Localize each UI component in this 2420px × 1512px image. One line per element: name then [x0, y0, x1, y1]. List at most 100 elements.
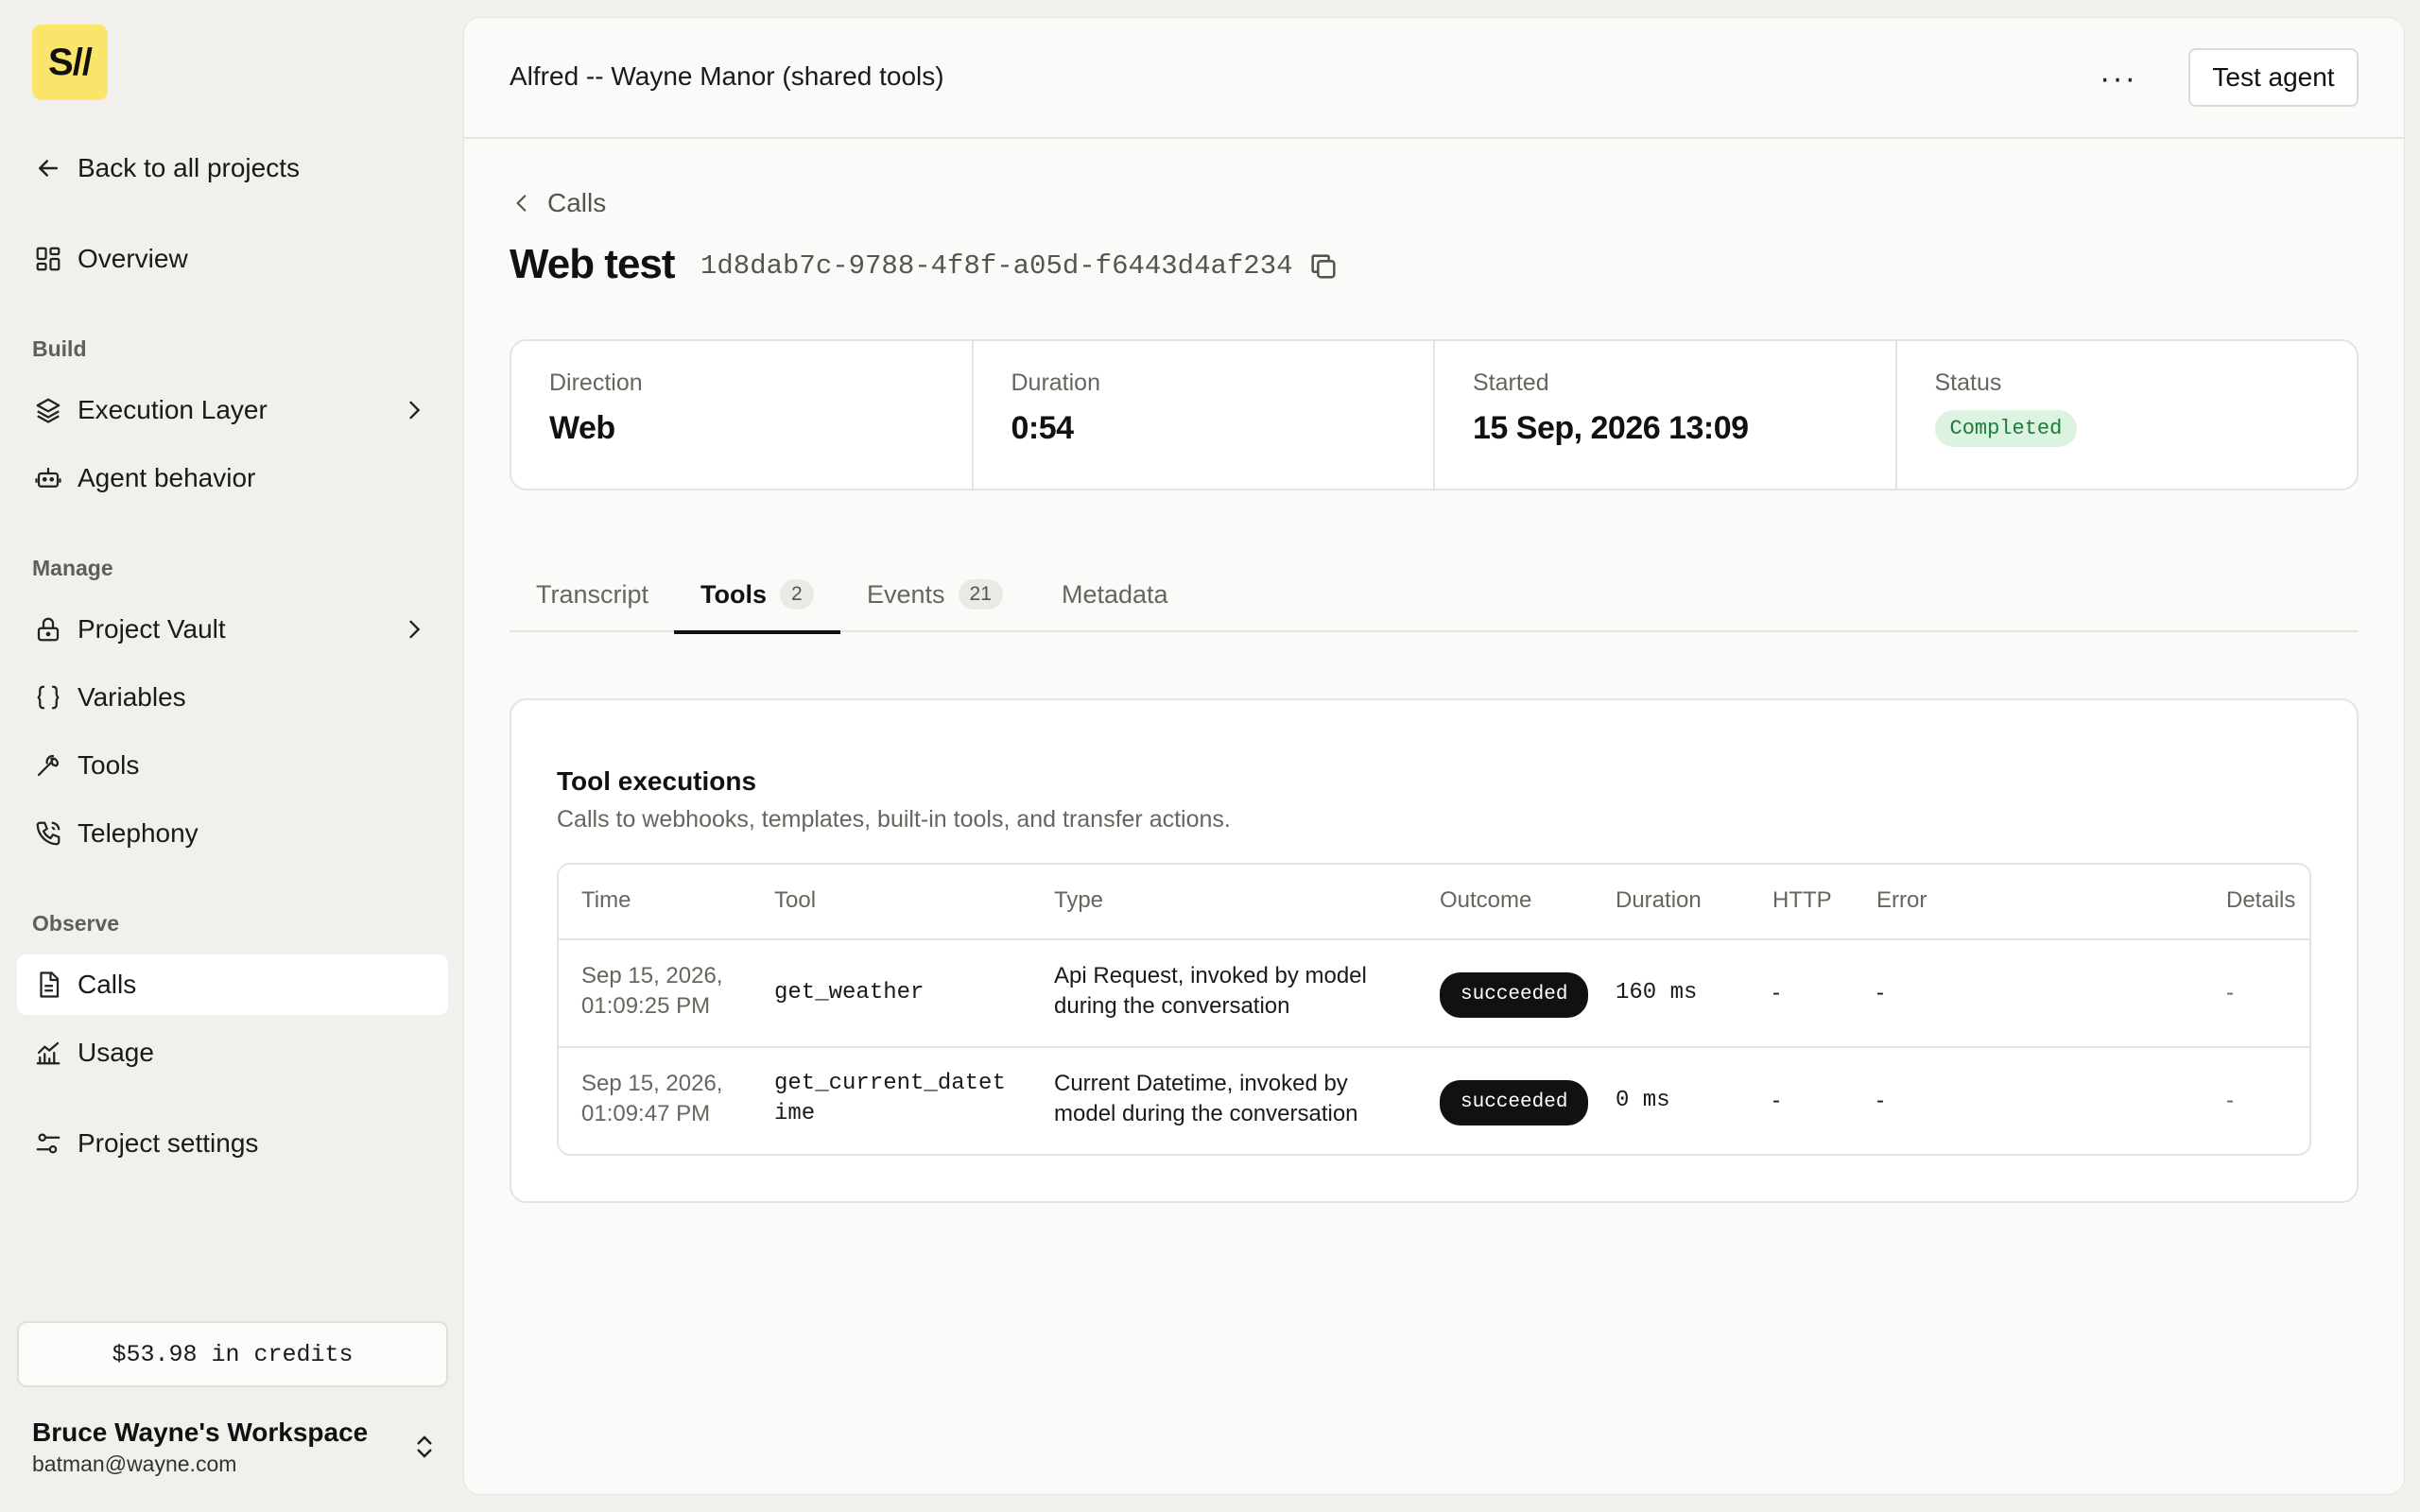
breadcrumb-label: Calls [547, 188, 607, 217]
tab-label: Events [867, 579, 945, 609]
sidebar-item-overview[interactable]: Overview [17, 229, 448, 289]
cell-http: - [1772, 1088, 1780, 1113]
tab-metadata[interactable]: Metadata [1062, 557, 1168, 632]
cell-http: - [1772, 980, 1780, 1005]
cell-type: Current Datetime, invoked by model durin… [1054, 1071, 1358, 1126]
tool-executions-card: Tool executions Calls to webhooks, templ… [510, 698, 2359, 1203]
tool-executions-table: Time Tool Type Outcome Duration HTTP Err… [557, 863, 2311, 1156]
page-title: Web test [510, 241, 676, 287]
cell-duration: 0 ms [1616, 1088, 1670, 1113]
cell-error: - [1876, 1088, 1884, 1113]
outcome-badge: succeeded [1440, 972, 1589, 1018]
cell-duration: 160 ms [1616, 980, 1698, 1005]
column-header: Outcome [1440, 887, 1532, 913]
chevron-up-down-icon [417, 1435, 432, 1458]
sidebar-item-label: Telephony [78, 818, 199, 848]
cell-details[interactable]: - [2226, 978, 2234, 1008]
sidebar-item-execution-layer[interactable]: Execution Layer [17, 380, 448, 440]
sidebar-item-label: Usage [78, 1038, 154, 1067]
tab-transcript[interactable]: Transcript [536, 557, 648, 632]
stat-label: Status [1934, 369, 2002, 396]
column-header: HTTP [1772, 887, 1832, 913]
sidebar-item-agent-behavior[interactable]: Agent behavior [17, 448, 448, 508]
cell-time: Sep 15, 2026, 01:09:25 PM [581, 963, 723, 1019]
tab-bar: Transcript Tools 2 Events 21 Metadata [510, 557, 2359, 634]
column-header: Time [581, 887, 631, 913]
sidebar-item-project-settings[interactable]: Project settings [17, 1113, 448, 1174]
sidebar: S// Back to all projects Overview Build … [0, 0, 463, 1512]
table-row[interactable]: Sep 15, 2026, 01:09:25 PM get_weather Ap… [559, 940, 2309, 1048]
stat-value: 0:54 [1011, 410, 1075, 446]
back-to-projects-link[interactable]: Back to all projects [17, 138, 448, 198]
tab-events[interactable]: Events 21 [867, 557, 1003, 632]
tab-label: Tools [700, 579, 767, 609]
project-title: Alfred -- Wayne Manor (shared tools) [510, 61, 944, 91]
stat-direction: Direction Web [511, 341, 974, 489]
workspace-email: batman@wayne.com [32, 1452, 237, 1476]
back-label: Back to all projects [78, 153, 300, 182]
column-header: Error [1876, 887, 1927, 913]
status-badge: Completed [1934, 410, 2078, 447]
stat-value: Web [549, 410, 615, 446]
lock-icon [32, 613, 64, 645]
topbar: Alfred -- Wayne Manor (shared tools) ···… [464, 18, 2404, 139]
cell-details[interactable]: - [2226, 1086, 2234, 1116]
tab-count-badge: 2 [780, 579, 814, 610]
sidebar-item-telephony[interactable]: Telephony [17, 803, 448, 864]
cell-outcome: succeeded [1440, 1080, 1589, 1125]
outcome-badge: succeeded [1440, 1080, 1589, 1125]
sidebar-item-label: Execution Layer [78, 395, 268, 424]
card-subtitle: Calls to webhooks, templates, built-in t… [557, 806, 1231, 833]
cell-time: Sep 15, 2026, 01:09:47 PM [581, 1071, 723, 1126]
tab-tools[interactable]: Tools 2 [674, 557, 840, 634]
copy-icon[interactable] [1307, 250, 1340, 283]
sliders-icon [32, 1127, 64, 1160]
sidebar-item-variables[interactable]: Variables [17, 667, 448, 728]
wrench-icon [32, 749, 64, 782]
test-agent-button[interactable]: Test agent [2188, 48, 2359, 107]
layers-icon [32, 394, 64, 426]
sidebar-item-label: Tools [78, 750, 140, 780]
sidebar-item-label: Project Vault [78, 614, 226, 644]
section-label-manage: Manage [32, 556, 113, 580]
sidebar-item-usage[interactable]: Usage [17, 1022, 448, 1083]
chart-icon [32, 1037, 64, 1069]
chevron-left-icon [516, 195, 527, 212]
brand-logo[interactable]: S// [32, 25, 108, 100]
more-options-button[interactable]: ··· [2090, 60, 2147, 97]
robot-icon [32, 462, 64, 494]
credits-balance[interactable]: $53.98 in credits [17, 1321, 448, 1387]
tab-label: Metadata [1062, 579, 1168, 609]
sidebar-item-project-vault[interactable]: Project Vault [17, 599, 448, 660]
sidebar-item-label: Overview [78, 244, 188, 273]
sidebar-item-label: Agent behavior [78, 463, 256, 492]
sidebar-item-label: Calls [78, 970, 137, 999]
stat-label: Duration [1011, 369, 1101, 396]
table-header: Time Tool Type Outcome Duration HTTP Err… [559, 865, 2309, 940]
section-label-observe: Observe [32, 911, 120, 936]
dashboard-grid-icon [32, 243, 64, 275]
cell-type: Api Request, invoked by model during the… [1054, 963, 1367, 1019]
stat-label: Started [1473, 369, 1549, 396]
column-header: Details [2226, 887, 2296, 913]
section-label-build: Build [32, 336, 87, 361]
table-row[interactable]: Sep 15, 2026, 01:09:47 PM get_current_da… [559, 1048, 2309, 1154]
workspace-name: Bruce Wayne's Workspace [32, 1418, 369, 1447]
stat-duration: Duration 0:54 [974, 341, 1435, 489]
chevron-right-icon [409, 620, 421, 639]
column-header: Tool [774, 887, 817, 913]
sidebar-item-label: Variables [78, 682, 186, 712]
tab-label: Transcript [536, 579, 649, 609]
stat-label: Direction [549, 369, 643, 396]
sidebar-item-tools[interactable]: Tools [17, 735, 448, 796]
sidebar-item-label: Project settings [78, 1128, 259, 1158]
document-icon [32, 969, 64, 1001]
card-title: Tool executions [557, 766, 757, 796]
breadcrumb-back-calls[interactable]: Calls [510, 184, 606, 222]
sidebar-item-calls[interactable]: Calls [17, 954, 448, 1015]
app-window: S// Back to all projects Overview Build … [0, 0, 2420, 1512]
stat-value: 15 Sep, 2026 13:09 [1473, 410, 1749, 446]
workspace-switcher[interactable]: Bruce Wayne's Workspace batman@wayne.com [32, 1418, 439, 1484]
chevron-right-icon [409, 401, 421, 420]
call-id: 1d8dab7c-9788-4f8f-a05d-f6443d4af234 [700, 250, 1293, 282]
